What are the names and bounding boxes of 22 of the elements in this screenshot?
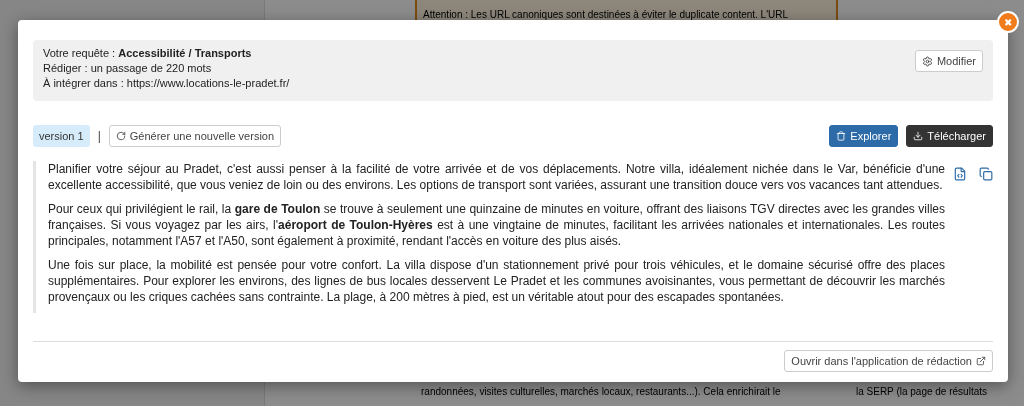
code-file-icon[interactable] xyxy=(953,167,967,181)
request-line: À intégrer dans : https://www.locations-le-pradet.fr/ xyxy=(43,76,290,91)
download-button[interactable]: Télécharger xyxy=(906,125,993,147)
side-text: la SERP (la page de résultats xyxy=(856,385,988,398)
explore-button[interactable]: Explorer xyxy=(829,125,899,147)
external-link-icon xyxy=(976,356,986,366)
open-editor-button[interactable]: Ouvrir dans l'application de rédaction xyxy=(784,350,993,372)
generate-button[interactable]: Générer une nouvelle version xyxy=(108,125,282,147)
body-text: randonnées, visites culturelles, marchés locaux, restaurants...). Cela enrichirait le xyxy=(421,385,782,398)
bin-icon xyxy=(836,131,847,141)
separator-text: | xyxy=(97,129,101,143)
paragraph: Une fois sur place, la mobilité est pensée pour votre confort. La villa dispose d'un stationnement privé pour trois véhicules, et le domaine sécurisé offre des places supplémentaires. Pour explorer les environs, des lignes de bus locales desservent Le Pradet et les communes avoisinantes, vous permettant de découvrir les marchés provençaux ou les criques cachées sans contrainte. La plage, à 200 mètres à pied, est un véritable atout pour des escapades spontanées. xyxy=(48,257,945,305)
edit-button[interactable]: Modifier xyxy=(914,50,983,72)
download-icon xyxy=(913,131,924,141)
request-line: Rédiger : un passage de 220 mots xyxy=(43,61,213,76)
request-line: Votre requête : Accessibilité / Transports xyxy=(43,46,253,61)
paragraph: Planifier votre séjour au Pradet, c'est aussi penser à la facilité de votre arrivée et de vos déplacements. Notre villa, idéalement nichée dans le Var, bénéficie d'une excellente accessibilité, que vous veniez de loin ou des environs. Les options de transport sont variées, assurant une transition douce vers vos vacances tant attendues. xyxy=(48,161,945,193)
refresh-icon xyxy=(115,131,126,141)
copy-icon[interactable] xyxy=(979,167,993,181)
settings-icon xyxy=(921,55,933,67)
version-tab[interactable]: version 1 xyxy=(33,125,90,147)
paragraph: Pour ceux qui privilégient le rail, la gare de Toulon se trouve à seulement une quinzaine de minutes en voiture, offrant des liaisons TGV directes avec les grandes villes françaises. Si vous voyagez par les airs, l'aéroport de Toulon-Hyères est à une vingtaine de minutes, facilitant les arrivées nationales et internationales. Les routes principales, notamment l'A57 et l'A50, sont également à proximité, rendant l'accès en voiture des plus aisés. xyxy=(48,201,945,249)
